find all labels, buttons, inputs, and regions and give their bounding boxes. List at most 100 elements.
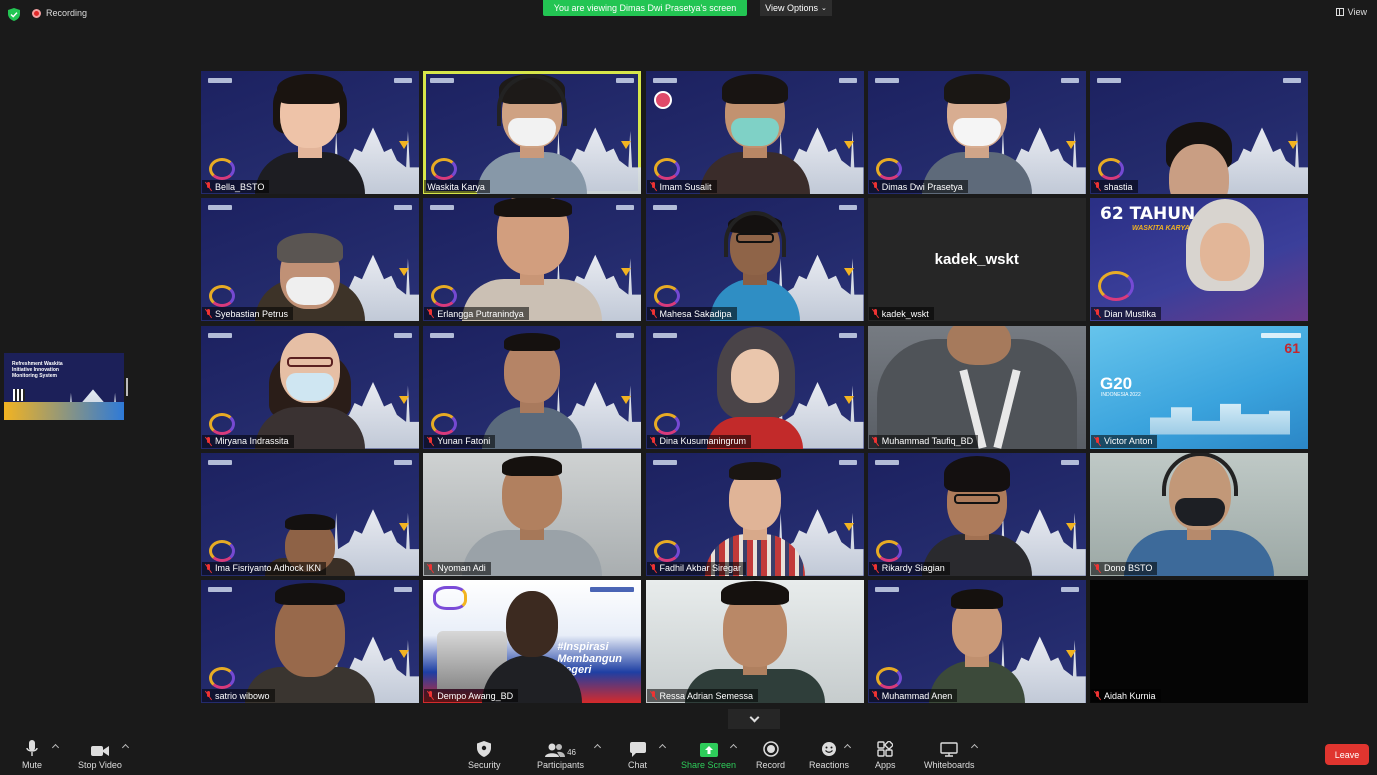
stop-video-label: Stop Video (78, 760, 122, 770)
participants-count: 46 (567, 748, 576, 757)
virtual-background-headline: G20 (1100, 373, 1133, 393)
reactions-button[interactable]: Reactions (809, 739, 849, 770)
participant-name: Bella_BSTO (215, 181, 265, 192)
participant-video (462, 198, 603, 322)
mic-muted-icon (872, 182, 879, 191)
share-screen-button[interactable]: Share Screen (681, 739, 736, 770)
anniversary-logo (875, 158, 902, 180)
participant-tile-video-off[interactable]: Aidah Kurnia (1090, 580, 1308, 703)
stop-video-button[interactable]: Stop Video (78, 739, 122, 770)
participant-tile[interactable]: Dina Kusumaningrum (645, 325, 864, 449)
participant-name-tag: Dono BSTO (1091, 561, 1158, 575)
whiteboards-button[interactable]: Whiteboards (924, 739, 975, 770)
participant-name-tag: Dian Mustika (1091, 307, 1162, 321)
participant-name-tag: shastia (1091, 180, 1138, 193)
bumn-logo (208, 587, 232, 592)
participant-tile[interactable]: Imam Susalit (645, 71, 864, 194)
recording-label: Recording (46, 8, 88, 18)
brand-logo (1060, 587, 1079, 592)
mic-muted-icon (205, 309, 212, 318)
participant-tile[interactable]: 62 TAHUN WASKITA KARYA Dian Mustika (1090, 198, 1308, 322)
participant-name-tag: Dina Kusumaningrum (646, 434, 752, 448)
thumbnail-resize-handle[interactable] (126, 378, 128, 396)
participant-name-tag: Ressa Adrian Semessa (646, 689, 759, 702)
participant-name-tag: Victor Anton (1091, 434, 1158, 448)
brand-logo (590, 587, 635, 592)
share-screen-icon (699, 739, 718, 757)
participant-video (477, 74, 588, 194)
anniversary-logo (1098, 158, 1124, 180)
participant-name-tag: Fadhil Akbar Siregar (646, 561, 747, 575)
recording-indicator[interactable]: Recording (32, 8, 87, 18)
anniversary-logo (1098, 271, 1134, 302)
bumn-logo (208, 78, 232, 83)
participant-name-tag: Ima Fisriyanto Adhock IKN (202, 561, 327, 575)
meeting-controls-toolbar: Mute Stop Video Security 46 Participants… (0, 733, 1377, 775)
participant-tile[interactable]: Ressa Adrian Semessa (645, 580, 864, 703)
audio-options-caret-icon[interactable] (51, 743, 60, 752)
participant-name: Ima Fisriyanto Adhock IKN (215, 563, 322, 574)
triangle-decoration (1288, 141, 1298, 149)
whiteboards-label: Whiteboards (924, 760, 975, 770)
record-button[interactable]: Record (756, 739, 785, 770)
view-button[interactable]: View (1335, 7, 1367, 17)
participant-name: Yunan Fatoni (437, 436, 491, 446)
triangle-decoration (399, 522, 409, 531)
participants-options-caret-icon[interactable] (593, 743, 602, 752)
participant-tile[interactable]: Muhammad Taufiq_BD (867, 325, 1086, 449)
mic-muted-icon (650, 309, 657, 318)
chat-options-caret-icon[interactable] (658, 743, 667, 752)
participant-name: Imam Susalit (659, 181, 712, 192)
chat-button[interactable]: Chat (628, 739, 647, 770)
anniversary-logo (875, 539, 902, 562)
participant-tile[interactable]: Dimas Dwi Prasetya (867, 71, 1086, 194)
participant-video (704, 458, 805, 576)
gallery-next-page-button[interactable] (728, 709, 780, 729)
participant-name-tag: Dimas Dwi Prasetya (868, 180, 968, 193)
shared-screen-thumbnail[interactable]: Refreshment Waskita Initiative Innovatio… (4, 353, 124, 420)
mute-button[interactable]: Mute (22, 739, 42, 770)
participant-name: Dempo Awang_BD (437, 690, 514, 701)
security-button[interactable]: Security (468, 739, 501, 770)
participant-tile-active-speaker[interactable]: Waskita Karya (423, 71, 642, 194)
participant-tile[interactable]: shastia (1090, 71, 1308, 194)
mic-muted-icon (1094, 691, 1101, 700)
participant-tile[interactable]: Mahesa Sakadipa (645, 198, 864, 322)
participant-tile[interactable]: Bella_BSTO (201, 71, 419, 194)
anniversary-logo (209, 412, 235, 435)
anniversary-logo (653, 539, 680, 562)
participant-tile-video-off[interactable]: kadek_wskt kadek_wskt (867, 198, 1086, 322)
participant-tile[interactable]: #Inspirasi Membangun Negeri Dempo Awang_… (423, 580, 642, 703)
participant-tile[interactable]: Syebastian Petrus (201, 198, 419, 322)
participant-name-tag: kadek_wskt (868, 307, 934, 321)
view-options-button[interactable]: View Options ⌄ (760, 0, 832, 16)
mic-muted-icon (650, 563, 657, 573)
participant-tile[interactable]: Muhammad Anen (867, 580, 1086, 703)
mic-muted-icon (1094, 309, 1101, 318)
participant-video (709, 203, 800, 322)
brand-logo (838, 332, 857, 338)
participant-tile[interactable]: Dono BSTO (1090, 452, 1308, 576)
participant-tile[interactable]: Nyoman Adi (423, 452, 642, 576)
participant-tile[interactable]: Yunan Fatoni (423, 325, 642, 449)
leave-meeting-button[interactable]: Leave (1325, 744, 1369, 765)
video-options-caret-icon[interactable] (121, 743, 130, 752)
participants-button[interactable]: 46 Participants (537, 739, 584, 770)
apps-button[interactable]: Apps (875, 739, 896, 770)
brand-logo (1283, 78, 1301, 83)
share-screen-label: Share Screen (681, 760, 737, 770)
security-shield-icon[interactable] (8, 8, 20, 21)
anniversary-logo (431, 412, 458, 435)
participant-name-tag: Miryana Indrassita (202, 434, 294, 448)
participant-tile[interactable]: Fadhil Akbar Siregar (645, 452, 864, 576)
viewing-screen-banner: You are viewing Dimas Dwi Prasetya's scr… (543, 0, 747, 16)
bumn-logo (874, 459, 899, 465)
participant-name-tag: Mahesa Sakadipa (646, 307, 737, 321)
participant-name-tag: Erlangga Putranindya (424, 307, 529, 321)
participant-tile[interactable]: G20 INDONESIA 2022 61 Victor Anton (1090, 325, 1308, 449)
participant-tile[interactable]: Rikardy Siagian (867, 452, 1086, 576)
participant-tile[interactable]: Erlangga Putranindya (423, 198, 642, 322)
participant-tile[interactable]: Miryana Indrassita (201, 325, 419, 449)
participant-tile[interactable]: Ima Fisriyanto Adhock IKN (201, 452, 419, 576)
participant-tile[interactable]: satrio wibowo (201, 580, 419, 703)
